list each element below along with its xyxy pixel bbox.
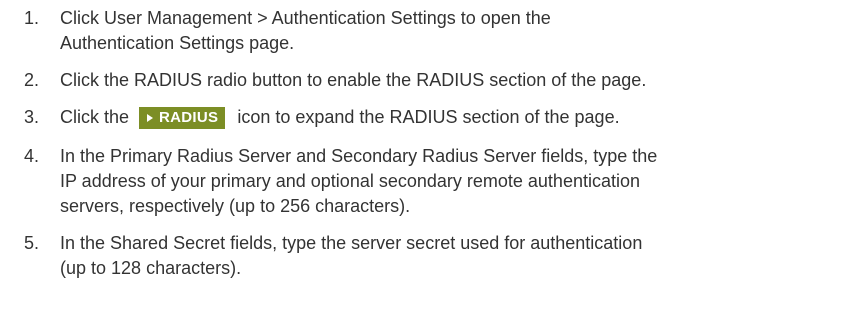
step-text-line: In the Shared Secret fields, type the se… (60, 233, 643, 253)
step-text-after-icon: icon to expand the RADIUS section of the… (237, 107, 620, 127)
step-text-line: Authentication Settings page. (60, 33, 295, 53)
step-number: 2. (24, 70, 40, 90)
step-text-line: In the Primary Radius Server and Seconda… (60, 146, 658, 166)
step-text-line: Click User Management > Authentication S… (60, 8, 551, 28)
radius-badge-label: RADIUS (159, 109, 219, 126)
radius-expand-icon: RADIUS (139, 107, 226, 129)
step-text-before-icon: Click the (60, 107, 130, 127)
step-text-line: Click the RADIUS radio button to enable … (60, 70, 647, 90)
step-text-line: (up to 128 characters). (60, 258, 242, 278)
step-number: 3. (24, 107, 40, 127)
step-5: 5. In the Shared Secret fields, type the… (0, 231, 860, 281)
step-1: 1. Click User Management > Authenticatio… (0, 6, 860, 56)
step-number: 1. (24, 8, 40, 28)
step-text-line: Click the RADIUS icon to expand the RADIUS… (60, 105, 860, 130)
step-number: 4. (24, 146, 40, 166)
step-text-line: IP address of your primary and optional … (60, 171, 640, 191)
step-3: 3. Click the RADIUS icon to expand the RAD… (0, 105, 860, 130)
step-text-line: servers, respectively (up to 256 charact… (60, 196, 411, 216)
step-2: 2. Click the RADIUS radio button to enab… (0, 68, 860, 93)
step-number: 5. (24, 233, 40, 253)
instruction-steps: 1. Click User Management > Authenticatio… (0, 6, 860, 293)
step-4: 4. In the Primary Radius Server and Seco… (0, 144, 860, 219)
expand-triangle-icon (147, 114, 154, 122)
